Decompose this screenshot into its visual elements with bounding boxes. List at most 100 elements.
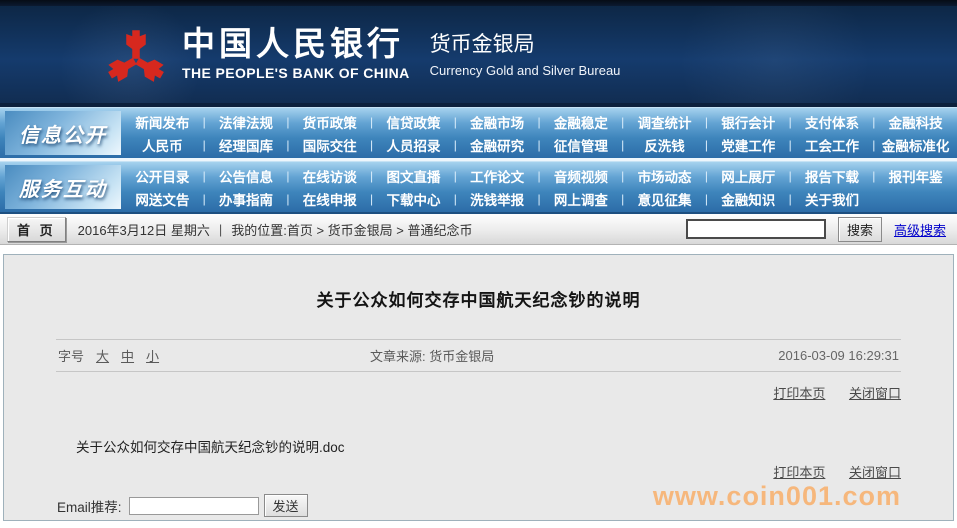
nav-separator: |: [618, 169, 627, 183]
nav-item-online-gallery[interactable]: 网上展厅: [711, 166, 786, 186]
nav-separator: |: [869, 138, 878, 152]
email-input[interactable]: [129, 497, 259, 515]
nav-item-financial-research[interactable]: 金融研究: [460, 135, 535, 155]
attachment-link[interactable]: 关于公众如何交存中国航天纪念钞的说明.doc: [76, 436, 953, 456]
font-size-large-link[interactable]: 大: [96, 346, 109, 365]
nav-item-survey-statistics[interactable]: 调查统计: [627, 112, 702, 132]
nav-line-2: 网送文告| 办事指南| 在线申报| 下载中心| 洗钱举报| 网上调查| 意见征集…: [125, 187, 953, 210]
nav-item-live-broadcast[interactable]: 图文直播: [376, 166, 451, 186]
nav-columns: 新闻发布| 法律法规| 货币政策| 信贷政策| 金融市场| 金融稳定| 调查统计…: [121, 108, 957, 158]
article-source: 文章来源: 货币金银局: [370, 346, 778, 365]
nav-separator: |: [702, 169, 711, 183]
nav-item-opinion-collection[interactable]: 意见征集: [627, 189, 702, 209]
send-button[interactable]: 发送: [264, 494, 308, 517]
nav-item-online-interview[interactable]: 在线访谈: [292, 166, 367, 186]
nav-item-working-papers[interactable]: 工作论文: [460, 166, 535, 186]
nav-separator: |: [367, 169, 376, 183]
nav-item-open-directory[interactable]: 公开目录: [125, 166, 200, 186]
nav-separator: |: [200, 169, 209, 183]
watermark-text: www.coin001.com: [653, 482, 901, 512]
nav-item-laws[interactable]: 法律法规: [209, 112, 284, 132]
search-input[interactable]: [686, 219, 826, 239]
nav-item-about-us[interactable]: 关于我们: [795, 189, 870, 209]
nav-item-rmb[interactable]: 人民币: [125, 135, 200, 155]
search-button[interactable]: 搜索: [838, 217, 882, 242]
nav-separator: |: [702, 115, 711, 129]
home-button[interactable]: 首 页: [7, 217, 66, 242]
breadcrumb-pipe: |: [219, 222, 222, 237]
bottom-right-block: 打印本页 关闭窗口 www.coin001.com: [653, 462, 901, 512]
font-size-small-link[interactable]: 小: [146, 346, 159, 365]
breadcrumb-bar: 首 页 2016年3月12日 星期六 | 我的位置:首页 > 货币金银局 > 普…: [0, 214, 957, 245]
nav-item-recruitment[interactable]: 人员招录: [376, 135, 451, 155]
nav-item-online-survey[interactable]: 网上调查: [544, 189, 619, 209]
nav-separator: |: [869, 169, 878, 183]
nav-item-treasury[interactable]: 经理国库: [209, 135, 284, 155]
nav-item-aml-report[interactable]: 洗钱举报: [460, 189, 535, 209]
nav-line-1: 新闻发布| 法律法规| 货币政策| 信贷政策| 金融市场| 金融稳定| 调查统计…: [125, 110, 953, 133]
nav-item-market-trends[interactable]: 市场动态: [627, 166, 702, 186]
article-timestamp: 2016-03-09 16:29:31: [778, 348, 899, 363]
nav-separator: |: [869, 115, 878, 129]
nav-separator: |: [451, 138, 460, 152]
advanced-search-link[interactable]: 高级搜索: [894, 220, 946, 239]
nav-item-monetary-policy[interactable]: 货币政策: [292, 112, 367, 132]
nav-item-fintech[interactable]: 金融科技: [878, 112, 953, 132]
nav-item-payment-system[interactable]: 支付体系: [795, 112, 870, 132]
email-label: Email推荐:: [57, 496, 122, 516]
nav-row-service-interaction: 服务互动 公开目录| 公告信息| 在线访谈| 图文直播| 工作论文| 音频视频|…: [0, 161, 957, 212]
nav-item-service-guide[interactable]: 办事指南: [209, 189, 284, 209]
nav-line-2: 人民币| 经理国库| 国际交往| 人员招录| 金融研究| 征信管理| 反洗钱| …: [125, 133, 953, 156]
print-close-row: 打印本页 关闭窗口: [56, 383, 901, 402]
nav-separator: |: [451, 169, 460, 183]
nav-item-report-download[interactable]: 报告下载: [795, 166, 870, 186]
nav-line-1: 公开目录| 公告信息| 在线访谈| 图文直播| 工作论文| 音频视频| 市场动态…: [125, 164, 953, 187]
nav-item-financial-knowledge[interactable]: 金融知识: [711, 189, 786, 209]
nav-item-credit-policy[interactable]: 信贷政策: [376, 112, 451, 132]
nav-separator: |: [618, 115, 627, 129]
nav-separator: |: [535, 138, 544, 152]
nav-item-periodicals[interactable]: 报刊年鉴: [878, 166, 953, 186]
nav-separator: |: [283, 138, 292, 152]
nav-separator: |: [283, 169, 292, 183]
print-page-link[interactable]: 打印本页: [773, 386, 825, 401]
article-panel: 关于公众如何交存中国航天纪念钞的说明 字号 大 中 小 文章来源: 货币金银局 …: [3, 254, 954, 521]
bank-name-block: 中国人民银行 THE PEOPLE'S BANK OF CHINA: [182, 28, 410, 81]
font-size-medium-link[interactable]: 中: [121, 346, 134, 365]
nav-separator: |: [200, 138, 209, 152]
nav-item-news[interactable]: 新闻发布: [125, 112, 200, 132]
nav-item-anti-money-laundering[interactable]: 反洗钱: [627, 135, 702, 155]
nav-separator: |: [451, 192, 460, 206]
nav-separator: |: [786, 169, 795, 183]
search-group: 搜索 高级搜索: [686, 217, 950, 242]
nav-item-financial-market[interactable]: 金融市场: [460, 112, 535, 132]
nav-item-audio-video[interactable]: 音频视频: [544, 166, 619, 186]
nav-item-international[interactable]: 国际交往: [292, 135, 367, 155]
nav-item-bank-accounting[interactable]: 银行会计: [711, 112, 786, 132]
nav-item-credit-info[interactable]: 征信管理: [544, 135, 619, 155]
close-window-link[interactable]: 关闭窗口: [849, 465, 901, 480]
nav-separator: |: [200, 115, 209, 129]
nav-separator: |: [367, 192, 376, 206]
close-window-link[interactable]: 关闭窗口: [849, 386, 901, 401]
nav-item-party-building[interactable]: 党建工作: [711, 135, 786, 155]
nav-item-labor-union[interactable]: 工会工作: [795, 135, 870, 155]
bureau-name-cn: 货币金银局: [430, 28, 621, 58]
nav-item-announcements[interactable]: 公告信息: [209, 166, 284, 186]
breadcrumb[interactable]: 我的位置:首页 > 货币金银局 > 普通纪念币: [231, 220, 472, 239]
nav-row-info-disclosure: 信息公开 新闻发布| 法律法规| 货币政策| 信贷政策| 金融市场| 金融稳定|…: [0, 107, 957, 158]
bank-name-en: THE PEOPLE'S BANK OF CHINA: [182, 65, 410, 81]
nav-item-financial-standards[interactable]: 金融标准化: [878, 135, 953, 155]
nav-item-online-filing[interactable]: 在线申报: [292, 189, 367, 209]
nav-item-web-notices[interactable]: 网送文告: [125, 189, 200, 209]
print-page-link[interactable]: 打印本页: [773, 465, 825, 480]
nav-item-download-center[interactable]: 下载中心: [376, 189, 451, 209]
nav-item-financial-stability[interactable]: 金融稳定: [544, 112, 619, 132]
page: 中国人民银行 THE PEOPLE'S BANK OF CHINA 货币金银局 …: [0, 0, 957, 528]
nav-separator: |: [786, 115, 795, 129]
date-text: 2016年3月12日 星期六: [78, 220, 210, 239]
nav-separator: |: [200, 192, 209, 206]
font-size-controls: 字号 大 中 小: [58, 346, 370, 365]
nav-separator: |: [786, 192, 795, 206]
nav-separator: |: [451, 115, 460, 129]
